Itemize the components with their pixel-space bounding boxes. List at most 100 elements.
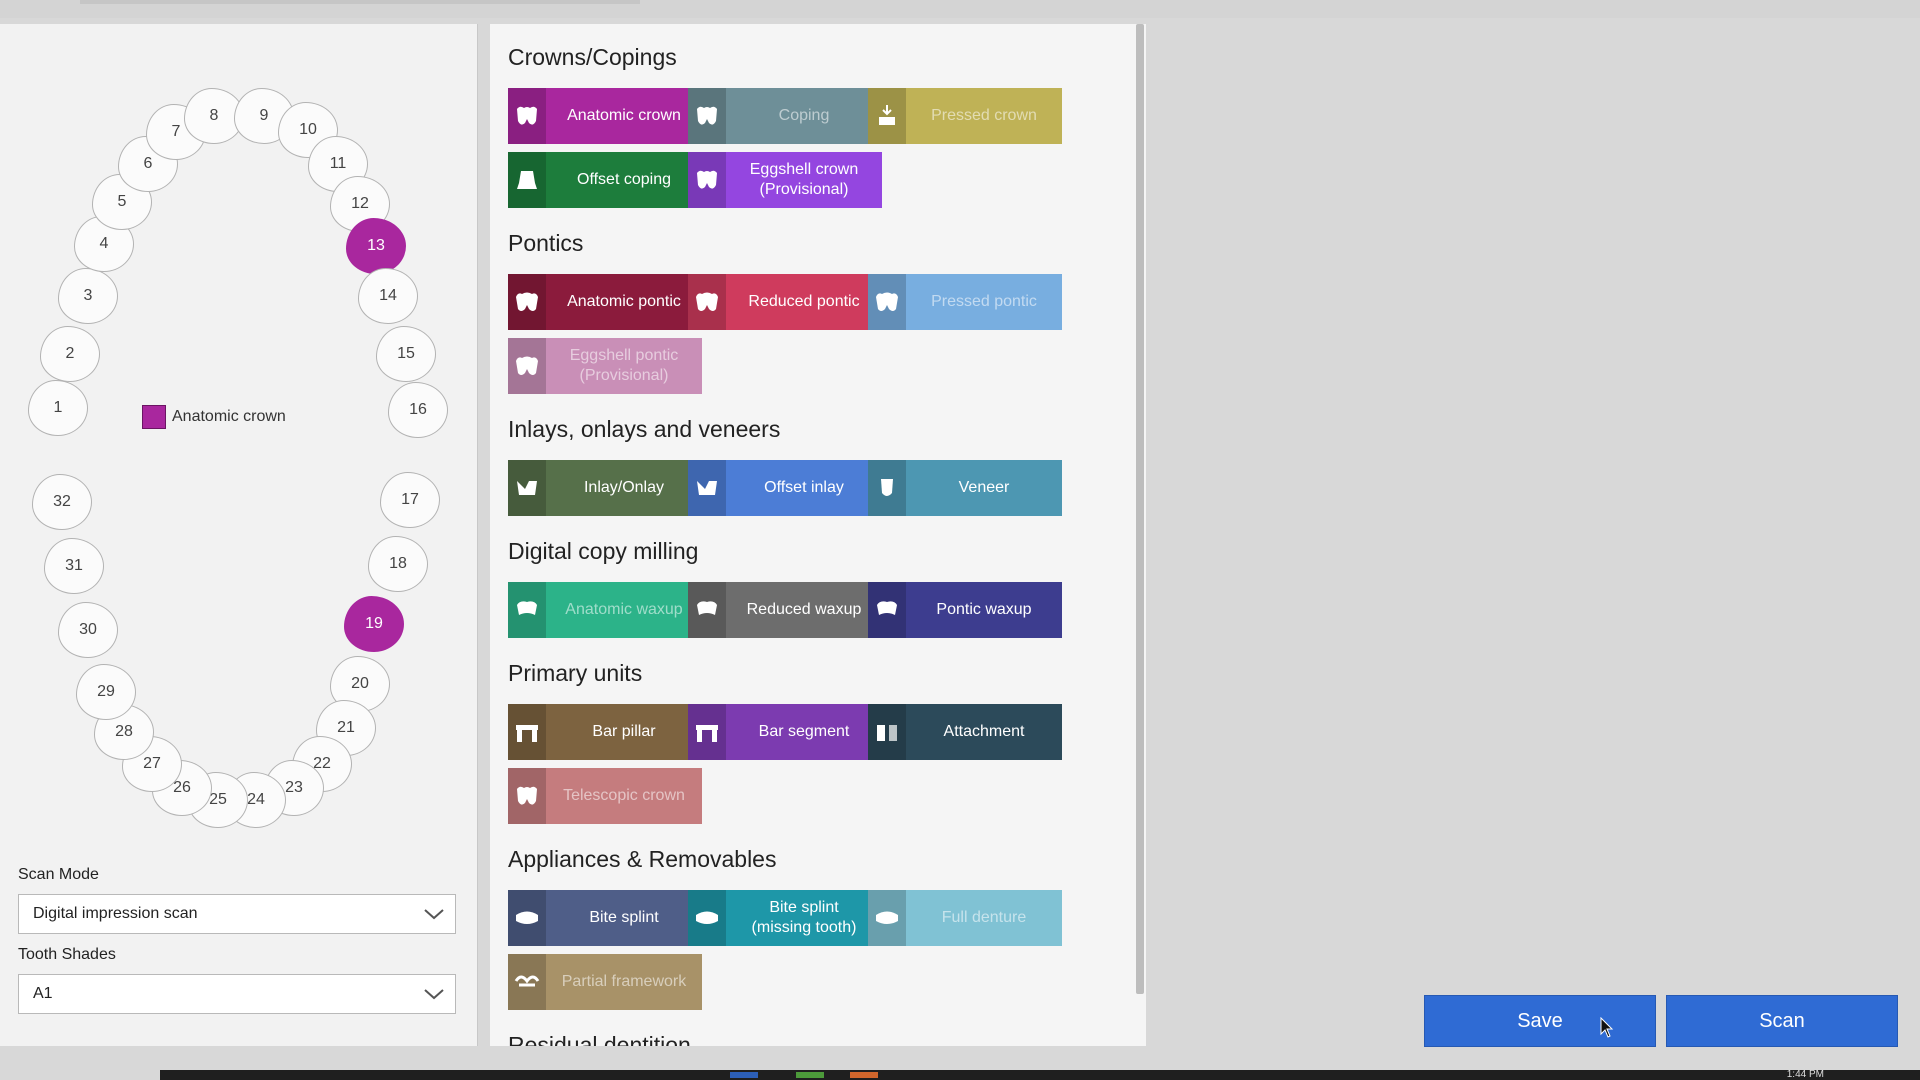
restoration-tile-label: Pressed crown bbox=[931, 107, 1037, 124]
restoration-tile-label: Coping bbox=[778, 107, 830, 124]
tooth-2[interactable]: 2 bbox=[40, 326, 100, 382]
bite-splint-missing-icon bbox=[688, 890, 726, 946]
restoration-tile-label: Attachment bbox=[943, 723, 1025, 740]
taskbar-app-icon[interactable] bbox=[850, 1072, 878, 1078]
bite-splint-icon bbox=[508, 890, 546, 946]
anatomic-waxup-icon bbox=[508, 582, 546, 638]
restoration-tile[interactable]: Bar segment bbox=[688, 704, 882, 760]
telescopic-crown-icon bbox=[508, 768, 546, 824]
restoration-tile-label: Inlay/Onlay bbox=[583, 479, 665, 496]
section-title: Inlays, onlays and veneers bbox=[508, 416, 781, 442]
restoration-tile[interactable]: Anatomic crown bbox=[508, 88, 702, 144]
restoration-tile-label: Anatomic crown bbox=[567, 107, 681, 124]
scrollbar[interactable] bbox=[1136, 24, 1144, 994]
restoration-tile[interactable]: Anatomic waxup bbox=[508, 582, 702, 638]
eggshell-pontic-icon bbox=[508, 338, 546, 394]
restoration-tile[interactable]: Inlay/Onlay bbox=[508, 460, 702, 516]
pontic-icon bbox=[508, 274, 546, 330]
tooth-31[interactable]: 31 bbox=[44, 538, 104, 594]
legend-swatch bbox=[142, 405, 166, 429]
section-title: Residual dentition bbox=[508, 1032, 691, 1046]
pontic-waxup-icon bbox=[868, 582, 906, 638]
tooth-shades-select[interactable]: A1 bbox=[18, 974, 456, 1014]
scan-mode-label: Scan Mode bbox=[18, 866, 99, 883]
crown-icon bbox=[508, 88, 546, 144]
tooth-15[interactable]: 15 bbox=[376, 326, 436, 382]
restoration-tile[interactable]: Anatomic pontic bbox=[508, 274, 702, 330]
taskbar-app-icon[interactable] bbox=[730, 1072, 758, 1078]
section-title: Primary units bbox=[508, 660, 643, 686]
pressed-crown-icon bbox=[868, 88, 906, 144]
eggshell-crown-icon bbox=[688, 152, 726, 208]
pressed-pontic-icon bbox=[868, 274, 906, 330]
restoration-tile-label: Bite splint (missing tooth) bbox=[751, 899, 857, 936]
partial-framework-icon bbox=[508, 954, 546, 1010]
tooth-17[interactable]: 17 bbox=[380, 472, 440, 528]
tooth-29[interactable]: 29 bbox=[76, 664, 136, 720]
restoration-tile[interactable]: Reduced waxup bbox=[688, 582, 882, 638]
restoration-tile-label: Eggshell pontic (Provisional) bbox=[569, 347, 679, 384]
section-title: Appliances & Removables bbox=[508, 846, 777, 872]
restoration-tile[interactable]: Offset inlay bbox=[688, 460, 882, 516]
restoration-tile-label: Telescopic crown bbox=[563, 787, 685, 804]
scan-mode-select[interactable]: Digital impression scan bbox=[18, 894, 456, 934]
restoration-tile[interactable]: Bite splint bbox=[508, 890, 702, 946]
legend-label: Anatomic crown bbox=[172, 408, 286, 425]
restoration-tile[interactable]: Offset coping bbox=[508, 152, 702, 208]
restoration-tile[interactable]: Coping bbox=[688, 88, 882, 144]
restoration-tile-label: Anatomic waxup bbox=[565, 601, 683, 618]
coping-icon bbox=[688, 88, 726, 144]
veneer-icon bbox=[868, 460, 906, 516]
inlay-icon bbox=[508, 460, 546, 516]
mouse-cursor-icon bbox=[1600, 1017, 1614, 1038]
tooth-19[interactable]: 19 bbox=[344, 596, 404, 652]
restoration-tile[interactable]: Partial framework bbox=[508, 954, 702, 1010]
restoration-tile-label: Bar pillar bbox=[592, 723, 656, 740]
tooth-18[interactable]: 18 bbox=[368, 536, 428, 592]
tooth-1[interactable]: 1 bbox=[28, 380, 88, 436]
restoration-tile[interactable]: Full denture bbox=[868, 890, 1062, 946]
tooth-30[interactable]: 30 bbox=[58, 602, 118, 658]
restoration-tile[interactable]: Attachment bbox=[868, 704, 1062, 760]
section-title: Crowns/Copings bbox=[508, 44, 677, 70]
restoration-tile[interactable]: Pressed crown bbox=[868, 88, 1062, 144]
restoration-tile[interactable]: Pontic waxup bbox=[868, 582, 1062, 638]
scan-mode-value: Digital impression scan bbox=[33, 905, 198, 922]
restoration-tile-label: Offset coping bbox=[577, 171, 671, 188]
restoration-tile[interactable]: Bar pillar bbox=[508, 704, 702, 760]
title-bar-segment bbox=[80, 0, 640, 4]
restoration-tile-label: Reduced waxup bbox=[746, 601, 862, 618]
scan-button[interactable]: Scan bbox=[1666, 995, 1898, 1047]
restoration-tile[interactable]: Eggshell crown (Provisional) bbox=[688, 152, 882, 208]
restoration-tile-label: Pontic waxup bbox=[936, 601, 1032, 618]
section-title: Digital copy milling bbox=[508, 538, 699, 564]
offset-inlay-icon bbox=[688, 460, 726, 516]
restoration-tile-label: Full denture bbox=[941, 909, 1027, 926]
taskbar-app-icon[interactable] bbox=[796, 1072, 824, 1078]
tooth-32[interactable]: 32 bbox=[32, 474, 92, 530]
tooth-3[interactable]: 3 bbox=[58, 268, 118, 324]
save-button[interactable]: Save bbox=[1424, 995, 1656, 1047]
tooth-13[interactable]: 13 bbox=[346, 218, 406, 274]
restoration-tile[interactable]: Pressed pontic bbox=[868, 274, 1062, 330]
restoration-tile-label: Anatomic pontic bbox=[567, 293, 681, 310]
reduced-pontic-icon bbox=[688, 274, 726, 330]
bar-segment-icon bbox=[688, 704, 726, 760]
bar-pillar-icon bbox=[508, 704, 546, 760]
restoration-tile[interactable]: Telescopic crown bbox=[508, 768, 702, 824]
restoration-tile[interactable]: Bite splint (missing tooth) bbox=[688, 890, 882, 946]
restoration-tile[interactable]: Eggshell pontic (Provisional) bbox=[508, 338, 702, 394]
restoration-tile-label: Offset inlay bbox=[764, 479, 844, 496]
restoration-tile-label: Pressed pontic bbox=[931, 293, 1037, 310]
restoration-tile[interactable]: Veneer bbox=[868, 460, 1062, 516]
chevron-down-icon[interactable] bbox=[423, 985, 445, 1003]
tooth-16[interactable]: 16 bbox=[388, 382, 448, 438]
chevron-down-icon[interactable] bbox=[423, 905, 445, 923]
tooth-14[interactable]: 14 bbox=[358, 268, 418, 324]
attachment-icon bbox=[868, 704, 906, 760]
taskbar-clock: 1:44 PM bbox=[1786, 1069, 1824, 1080]
restoration-tile[interactable]: Reduced pontic bbox=[688, 274, 882, 330]
restoration-tile-label: Eggshell crown (Provisional) bbox=[749, 161, 859, 198]
restoration-type-panel: Crowns/Copings Anatomic crown Coping Presse… bbox=[490, 24, 1146, 1046]
full-denture-icon bbox=[868, 890, 906, 946]
